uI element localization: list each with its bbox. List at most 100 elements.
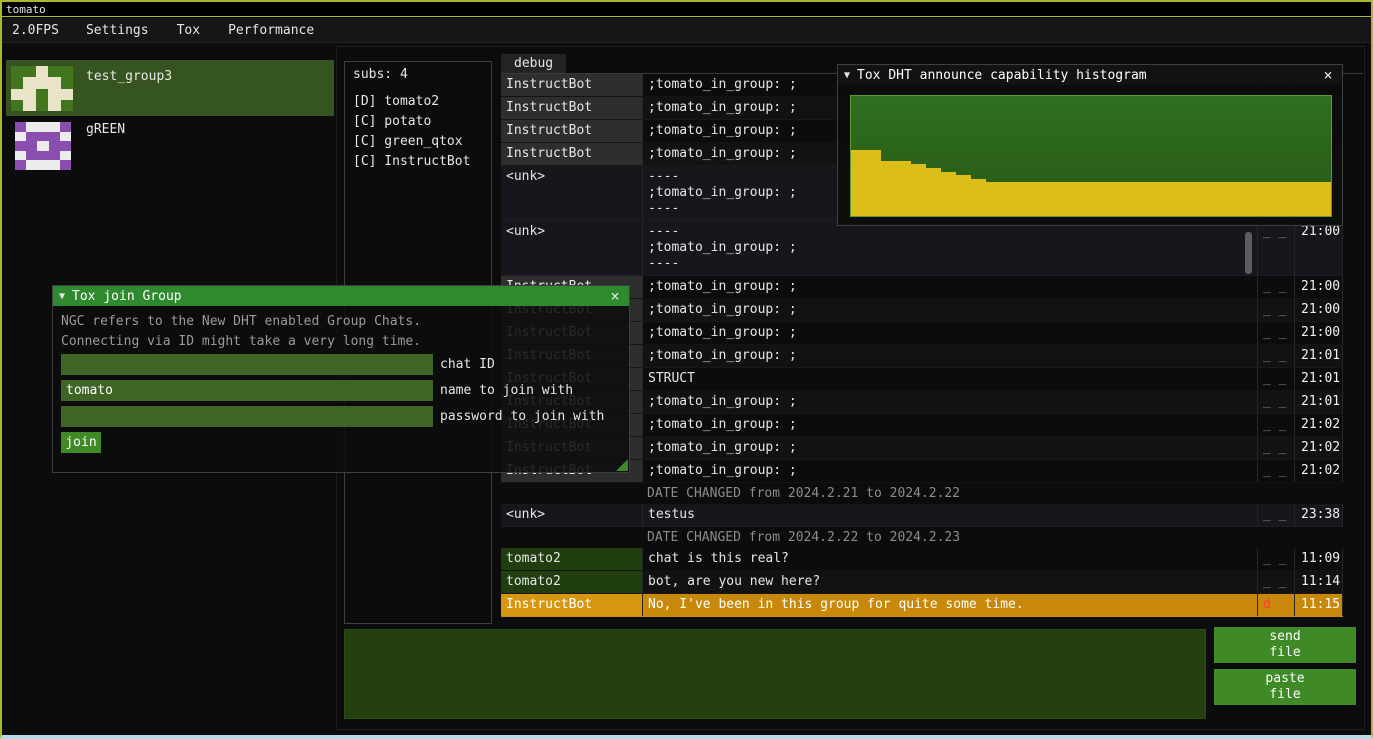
field-row: chat ID [61, 354, 621, 375]
message-timestamp: 21:02 [1294, 437, 1343, 459]
avatar-pixel [61, 89, 73, 100]
avatar-pixel [23, 77, 35, 88]
histogram-bar [896, 161, 911, 216]
message-timestamp: 21:01 [1294, 391, 1343, 413]
chat-scrollbar[interactable] [1245, 232, 1252, 274]
message-timestamp: 21:02 [1294, 414, 1343, 436]
histogram-bar [1121, 182, 1136, 216]
close-icon[interactable]: × [607, 288, 623, 304]
member-item[interactable]: [C] green_qtox [353, 132, 483, 152]
member-item[interactable]: [C] InstructBot [353, 152, 483, 172]
chat-id-input[interactable] [61, 354, 433, 375]
avatar-pixel [37, 141, 48, 151]
group-item-test_group3[interactable]: test_group3 [6, 60, 334, 116]
avatar-pixel [60, 132, 71, 142]
avatar-pixel [11, 89, 23, 100]
collapse-arrow-icon[interactable]: ▼ [844, 70, 850, 81]
message-timestamp: 11:14 [1294, 571, 1343, 593]
message-flags-icon: d [1257, 594, 1294, 616]
histogram-bar [866, 150, 881, 216]
menu-item-tox[interactable]: Tox [166, 23, 211, 38]
message-text: STRUCT [642, 368, 1257, 390]
message-author: InstructBot [501, 594, 642, 616]
password-input[interactable] [61, 406, 433, 427]
group-item-green[interactable]: gREEN [6, 118, 334, 174]
message-flags-icon: _ _ [1257, 322, 1294, 344]
avatar-pixel [48, 66, 60, 77]
message-text: chat is this real? [642, 548, 1257, 570]
message-author: InstructBot [501, 74, 642, 96]
message-timestamp: 21:00 [1294, 322, 1343, 344]
avatar-pixel [61, 77, 73, 88]
message-text: ;tomato_in_group: ; [642, 276, 1257, 298]
message-text: ;tomato_in_group: ; [642, 322, 1257, 344]
avatar-pixel [15, 151, 26, 161]
message-flags-icon: _ _ [1257, 460, 1294, 482]
message-author: tomato2 [501, 571, 642, 593]
menu-item-performance[interactable]: Performance [217, 23, 325, 38]
message-text: ---- ;tomato_in_group: ; ---- [642, 221, 1257, 275]
menu-item-settings[interactable]: Settings [75, 23, 160, 38]
histogram-bar [1286, 182, 1301, 216]
avatar-pixel [37, 151, 48, 161]
menubar-items: Settings Tox Performance [69, 18, 325, 42]
message-text: ;tomato_in_group: ; [642, 460, 1257, 482]
chat-message-row: tomato2chat is this real?_ _11:09 [501, 548, 1343, 571]
paste-file-button[interactable]: paste file [1214, 669, 1356, 705]
histogram-bar [851, 150, 866, 216]
group-avatar [11, 66, 73, 111]
message-timestamp: 21:01 [1294, 345, 1343, 367]
message-flags-icon: _ _ [1257, 391, 1294, 413]
message-text: bot, are you new here? [642, 571, 1257, 593]
collapse-arrow-icon[interactable]: ▼ [59, 291, 65, 302]
message-input[interactable] [344, 629, 1206, 719]
name-input[interactable] [61, 380, 433, 401]
avatar-pixel [49, 151, 60, 161]
histogram-bar [986, 182, 1001, 216]
avatar-pixel [15, 160, 26, 170]
histogram-bar [1076, 182, 1091, 216]
group-name: gREEN [86, 122, 125, 137]
avatar-pixel [48, 89, 60, 100]
avatar-pixel [37, 122, 48, 132]
avatar-pixel [48, 77, 60, 88]
member-item[interactable]: [C] potato [353, 112, 483, 132]
password-label: password to join with [440, 406, 604, 427]
avatar-pixel [61, 100, 73, 111]
avatar-pixel [48, 100, 60, 111]
field-row: name to join with [61, 380, 621, 401]
name-label: name to join with [440, 380, 573, 401]
close-icon[interactable]: × [1320, 67, 1336, 83]
message-timestamp: 21:00 [1294, 299, 1343, 321]
message-author: <unk> [501, 166, 642, 220]
join-group-window: ▼ Tox join Group × NGC refers to the New… [52, 285, 630, 473]
avatar-pixel [61, 66, 73, 77]
message-flags-icon: _ _ [1257, 221, 1294, 275]
avatar-pixel [49, 160, 60, 170]
chat-message-row: <unk>testus_ _23:38 [501, 504, 1343, 527]
message-flags-icon: _ _ [1257, 276, 1294, 298]
member-item[interactable]: [D] tomato2 [353, 92, 483, 112]
avatar-pixel [49, 122, 60, 132]
send-file-button[interactable]: send file [1214, 627, 1356, 663]
avatar-pixel [49, 132, 60, 142]
histogram-bar [956, 175, 971, 216]
avatar-pixel [36, 100, 48, 111]
message-timestamp: 21:00 [1294, 221, 1343, 275]
message-text: ;tomato_in_group: ; [642, 414, 1257, 436]
app-window: tomato 2.0FPS SettingsToxPerformance tes… [0, 0, 1373, 739]
message-text: ;tomato_in_group: ; [642, 299, 1257, 321]
join-button[interactable]: join [61, 432, 101, 453]
tab-debug[interactable]: debug [501, 54, 566, 73]
histogram-bar [941, 172, 956, 216]
histogram-bar [1271, 182, 1286, 216]
message-author: tomato2 [501, 548, 642, 570]
message-author: InstructBot [501, 97, 642, 119]
histogram-bar [1211, 182, 1226, 216]
resize-grip[interactable] [616, 459, 628, 471]
subs-count: subs: 4 [353, 67, 483, 82]
avatar-pixel [36, 89, 48, 100]
histogram-bar [1031, 182, 1046, 216]
avatar-pixel [37, 132, 48, 142]
message-author: InstructBot [501, 143, 642, 165]
